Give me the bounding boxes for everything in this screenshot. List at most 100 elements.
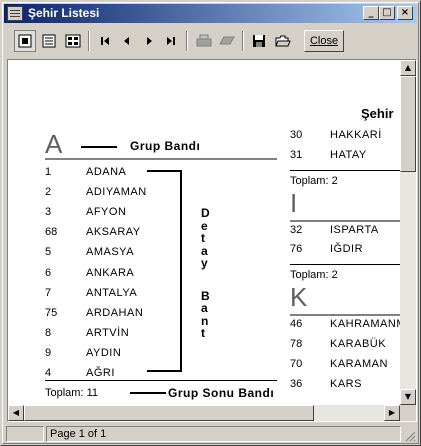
window: Şehir Listesi _ □ × Close A Grup Bandı 1… [0,0,421,446]
detail-bracket-bottom [147,370,182,372]
city-code: 8 [45,326,52,339]
city-code: 75 [45,306,58,319]
save-icon [253,35,265,47]
city-name: ARTVİN [86,326,130,339]
detail-band-letter: y [201,256,208,270]
city-code: 78 [290,338,303,350]
last-page-icon [167,37,175,45]
print-setup-button[interactable] [193,30,215,52]
group-footer-rule [290,169,400,171]
city-code: 1 [45,166,52,178]
group-total: Toplam: 2 [290,269,338,282]
next-page-button[interactable] [138,30,160,52]
page-width-button[interactable] [14,30,36,52]
minimize-button[interactable]: _ [363,6,379,20]
title-bar[interactable]: Şehir Listesi _ □ × [4,4,417,23]
city-code: 36 [290,377,303,390]
city-name: AKSARAY [86,226,141,239]
full-page-button[interactable] [38,30,60,52]
group-header-letter: K [290,282,308,313]
detail-bracket-side [180,170,182,372]
city-name: HATAY [330,148,367,161]
toolbar-separator [242,31,244,51]
scroll-down-button[interactable]: ▼ [400,389,416,405]
city-name: ISPARTA [330,223,379,236]
open-icon [275,35,291,47]
close-button[interactable]: Close [304,30,344,52]
toolbar-separator [88,31,90,51]
group-total: Toplam: 11 [45,387,98,399]
scroll-up-button[interactable]: ▲ [400,60,416,76]
multi-page-icon [65,34,81,48]
status-bar: Page 1 of 1 [4,425,417,443]
city-name: HAKKARİ [330,129,382,141]
group-footer-rule [290,264,400,266]
city-code: 30 [290,129,303,141]
group-header-rule [290,219,400,222]
group-header-letter: I [290,187,298,218]
scroll-right-button[interactable]: ▶ [384,405,400,421]
first-page-button[interactable] [94,30,116,52]
group-footer-pointer [130,392,166,394]
city-code: 7 [45,286,52,299]
city-code: 32 [290,223,303,236]
report-viewport[interactable]: A Grup Bandı 1 ADANA 2 ADIYAMAN 3 AFYON 68 AKSA… [7,59,417,422]
scroll-left-button[interactable]: ◀ [8,405,24,421]
city-name: KARAMAN [330,357,388,370]
full-page-icon [42,34,56,48]
print-button[interactable] [216,30,238,52]
scroll-corner [400,405,416,421]
report-title: Şehir [361,106,394,121]
group-footer-annotation: Grup Sonu Bandı [168,386,275,400]
city-code: 2 [45,186,52,199]
last-page-button[interactable] [160,30,182,52]
save-button[interactable] [248,30,270,52]
maximize-button[interactable]: □ [379,6,395,20]
resize-grip-icon[interactable] [404,430,416,442]
horizontal-scroll-thumb[interactable] [24,405,314,421]
multi-page-button[interactable] [62,30,84,52]
open-button[interactable] [272,30,294,52]
group-header-rule [45,158,277,160]
print-icon [219,36,235,45]
toolbar: Close [4,26,417,56]
city-code: 46 [290,318,303,331]
vertical-scroll-thumb[interactable] [400,76,416,172]
group-header-rule [290,314,400,317]
group-footer-rule [45,380,277,381]
city-code: 70 [290,357,303,370]
status-cell-empty [6,426,44,442]
city-code: 5 [45,246,52,259]
city-name: AMASYA [86,246,135,259]
group-total: Toplam: 2 [290,174,338,187]
city-name: AĞRI [86,367,115,379]
city-code: 6 [45,266,52,279]
city-name: ARDAHAN [86,306,144,319]
detail-band-letter: t [201,326,205,340]
vertical-scrollbar[interactable]: ▲ ▼ [400,60,416,405]
horizontal-scrollbar[interactable]: ◀ ▶ [8,405,400,421]
group-header-letter: A [45,129,63,159]
city-name: KARABÜK [330,338,387,350]
city-code: 76 [290,243,303,256]
window-title: Şehir Listesi [28,6,100,20]
city-name: ADANA [86,166,127,178]
report-page: A Grup Bandı 1 ADANA 2 ADIYAMAN 3 AFYON 68 AKSA… [8,60,400,405]
group-band-annotation: Grup Bandı [130,139,201,153]
prev-page-button[interactable] [116,30,138,52]
group-band-pointer [81,146,117,148]
city-code: 4 [45,367,52,379]
city-code: 3 [45,206,52,219]
toolbar-separator [186,31,188,51]
close-window-button[interactable]: × [397,6,413,20]
city-name: AFYON [86,206,127,219]
city-name: IĞDIR [330,243,364,256]
city-name: ANTALYA [86,286,138,299]
next-page-icon [147,37,152,45]
app-icon [7,6,23,21]
city-name: AYDIN [86,346,122,359]
city-name: KARS [330,377,362,390]
city-name: KAHRAMANMARAŞ [330,318,400,331]
detail-bracket-top [147,170,182,172]
page-indicator: Page 1 of 1 [46,426,401,442]
